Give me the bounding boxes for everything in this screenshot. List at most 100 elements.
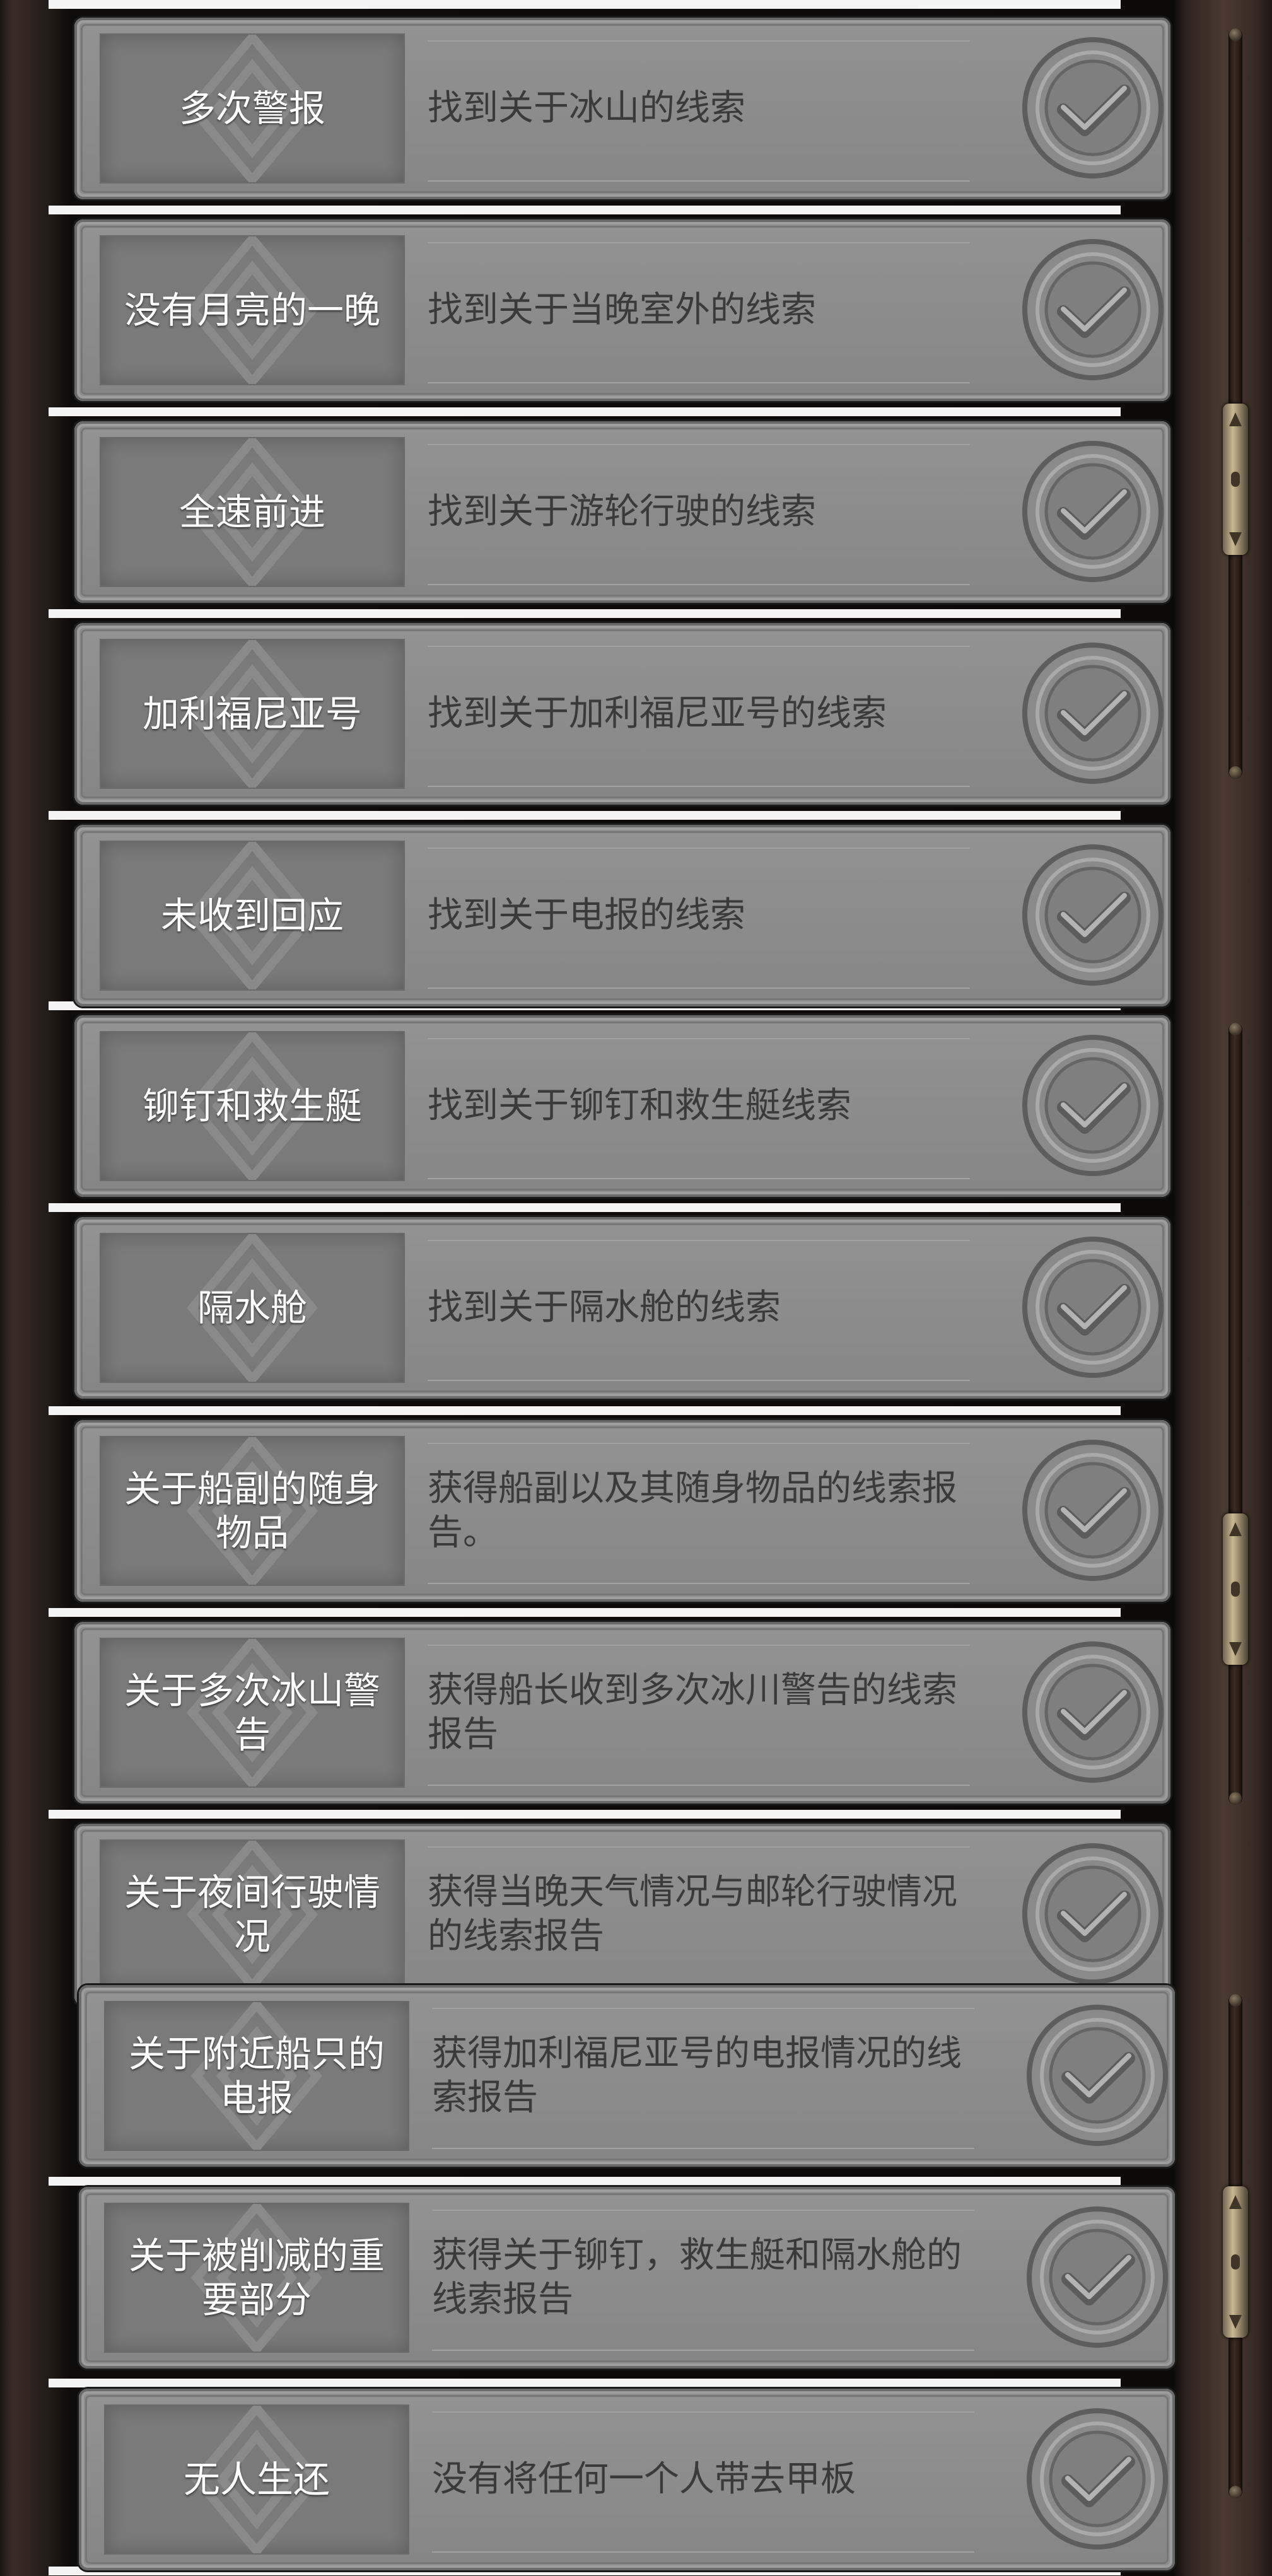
- achievement-title: 未收到回应: [160, 894, 344, 937]
- achievement-title: 多次警报: [178, 87, 325, 130]
- achievement-card[interactable]: 关于夜间行驶情况 获得当晚天气情况与邮轮行驶情况的线索报告: [74, 1824, 1170, 2005]
- description-rule: [428, 1583, 970, 1584]
- achievement-title: 隔水舱: [197, 1286, 307, 1329]
- achievement-card[interactable]: 铆钉和救生艇 找到关于铆钉和救生艇线索: [74, 1015, 1170, 1197]
- achievement-card[interactable]: 加利福尼亚号 找到关于加利福尼亚号的线索: [74, 623, 1170, 805]
- achievement-title: 加利福尼亚号: [142, 692, 362, 735]
- achievement-title-box: 关于被削减的重要部分: [104, 2203, 409, 2353]
- divider: [49, 1810, 1121, 1819]
- achievement-title-box: 多次警报: [100, 33, 405, 184]
- scrollbar-thumb[interactable]: [1223, 404, 1248, 555]
- achievement-title: 关于夜间行驶情况: [124, 1871, 380, 1958]
- achievement-title-box: 关于船副的随身物品: [100, 1436, 405, 1586]
- achievement-title: 关于船副的随身物品: [124, 1467, 380, 1554]
- description-rule: [428, 1645, 970, 1646]
- description-rule: [428, 40, 970, 42]
- description-rule: [428, 1038, 970, 1039]
- achievement-card[interactable]: 关于多次冰山警告 获得船长收到多次冰川警告的线索报告: [74, 1622, 1170, 1804]
- achievement-title-box: 加利福尼亚号: [100, 639, 405, 789]
- description-rule: [428, 848, 970, 849]
- achievement-title: 关于多次冰山警告: [124, 1669, 380, 1756]
- checkmark-icon: [1022, 37, 1164, 178]
- divider: [49, 0, 1121, 9]
- divider: [49, 609, 1121, 618]
- achievement-card[interactable]: 隔水舱 找到关于隔水舱的线索: [74, 1217, 1170, 1399]
- achievement-description: 找到关于当晚室外的线索: [428, 289, 816, 330]
- scrollbar-thumb[interactable]: [1223, 2186, 1248, 2338]
- description-rule: [428, 242, 970, 243]
- achievement-title-box: 未收到回应: [100, 841, 405, 991]
- divider: [49, 811, 1121, 820]
- checkmark-icon: [1027, 2005, 1168, 2146]
- divider: [49, 407, 1121, 416]
- description-rule: [428, 1443, 970, 1444]
- description-rule: [432, 2148, 974, 2149]
- achievement-description: 找到关于加利福尼亚号的线索: [428, 693, 887, 734]
- checkmark-icon: [1022, 1843, 1164, 1984]
- achievement-title: 关于被削减的重要部分: [128, 2234, 385, 2321]
- achievement-title-box: 隔水舱: [100, 1233, 405, 1383]
- achievement-title: 全速前进: [178, 491, 325, 533]
- description-rule: [428, 584, 970, 585]
- description-rule: [428, 382, 970, 383]
- checkmark-icon: [1022, 239, 1164, 380]
- achievement-card[interactable]: 关于船副的随身物品 获得船副以及其随身物品的线索报告。: [74, 1420, 1170, 1602]
- description-rule: [428, 646, 970, 647]
- achievement-title-box: 全速前进: [100, 437, 405, 587]
- achievement-card[interactable]: 关于附近船只的电报 获得加利福尼亚号的电报情况的线索报告: [79, 1985, 1175, 2167]
- description-rule: [428, 180, 970, 182]
- checkmark-icon: [1022, 441, 1164, 582]
- description-rule: [428, 786, 970, 787]
- achievement-title-box: 铆钉和救生艇: [100, 1031, 405, 1181]
- achievement-description: 找到关于铆钉和救生艇线索: [428, 1085, 851, 1126]
- divider: [49, 1203, 1121, 1212]
- description-rule: [432, 2008, 974, 2009]
- divider: [49, 1608, 1121, 1617]
- achievement-description: 获得加利福尼亚号的电报情况的线索报告: [432, 2033, 962, 2118]
- description-rule: [428, 1380, 970, 1381]
- achievement-description: 获得关于铆钉，救生艇和隔水舱的线索报告: [432, 2235, 962, 2320]
- checkmark-icon: [1022, 1440, 1164, 1581]
- checkmark-icon: [1022, 1237, 1164, 1378]
- divider: [49, 2177, 1121, 2186]
- description-rule: [428, 1240, 970, 1241]
- divider: [49, 206, 1121, 214]
- achievement-title-box: 关于多次冰山警告: [100, 1638, 405, 1788]
- achievement-title-box: 关于附近船只的电报: [104, 2001, 409, 2151]
- achievement-description: 找到关于游轮行驶的线索: [428, 491, 816, 532]
- achievement-card[interactable]: 多次警报 找到关于冰山的线索: [74, 18, 1170, 199]
- achievement-title-box: 没有月亮的一晚: [100, 235, 405, 385]
- achievement-description: 获得船长收到多次冰川警告的线索报告: [428, 1670, 957, 1755]
- achievement-title: 铆钉和救生艇: [142, 1085, 362, 1128]
- scroll-rail[interactable]: [1228, 1023, 1242, 1805]
- description-rule: [428, 1846, 970, 1848]
- achievement-title-box: 关于夜间行驶情况: [100, 1839, 405, 1990]
- achievement-description: 找到关于隔水舱的线索: [428, 1287, 781, 1328]
- divider: [49, 1406, 1121, 1415]
- description-rule: [428, 1178, 970, 1179]
- divider: [49, 2379, 1121, 2387]
- achievement-description: 获得船副以及其随身物品的线索报告。: [428, 1468, 957, 1553]
- achievement-title: 无人生还: [183, 2458, 330, 2501]
- description-rule: [432, 2210, 974, 2211]
- checkmark-icon: [1027, 2206, 1168, 2348]
- achievement-description: 没有将任何一个人带去甲板: [432, 2459, 856, 2500]
- achievement-card[interactable]: 关于被削减的重要部分 获得关于铆钉，救生艇和隔水舱的线索报告: [79, 2187, 1175, 2369]
- achievement-description: 获得当晚天气情况与邮轮行驶情况的线索报告: [428, 1872, 957, 1957]
- achievement-card[interactable]: 无人生还 没有将任何一个人带去甲板: [79, 2389, 1175, 2570]
- achievement-card[interactable]: 全速前进 找到关于游轮行驶的线索: [74, 421, 1170, 603]
- scrollbar-thumb[interactable]: [1223, 1513, 1248, 1665]
- checkmark-icon: [1022, 844, 1164, 986]
- description-rule: [428, 1785, 970, 1786]
- achievement-card[interactable]: 未收到回应 找到关于电报的线索: [74, 825, 1170, 1006]
- achievement-description: 找到关于冰山的线索: [428, 88, 745, 129]
- achievement-title: 关于附近船只的电报: [128, 2032, 385, 2119]
- achievement-card[interactable]: 没有月亮的一晚 找到关于当晚室外的线索: [74, 219, 1170, 401]
- description-rule: [428, 444, 970, 445]
- description-rule: [432, 2551, 974, 2553]
- achievement-title-box: 无人生还: [104, 2404, 409, 2555]
- checkmark-icon: [1022, 643, 1164, 784]
- checkmark-icon: [1027, 2408, 1168, 2550]
- description-rule: [428, 988, 970, 989]
- description-rule: [432, 2411, 974, 2413]
